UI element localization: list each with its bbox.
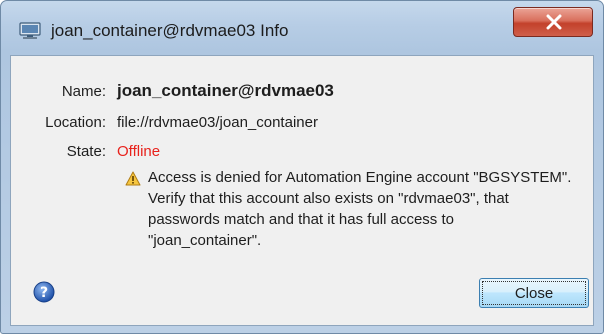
state-label: State:	[66, 143, 106, 160]
close-button-label: Close	[482, 281, 586, 305]
dialog-body: Name: joan_container@rdvmae03 Location: …	[10, 55, 594, 326]
close-button[interactable]: Close	[479, 278, 589, 308]
computer-icon	[19, 22, 41, 40]
name-value: joan_container@rdvmae03	[117, 81, 334, 100]
warning-icon	[125, 171, 141, 191]
window-title: joan_container@rdvmae03 Info	[51, 21, 289, 40]
window-close-button[interactable]	[513, 7, 593, 37]
name-label: Name:	[61, 83, 106, 100]
info-dialog: joan_container@rdvmae03 Info Name: joan_…	[0, 0, 604, 334]
close-icon	[546, 14, 562, 30]
help-icon[interactable]: ?	[33, 281, 55, 308]
state-value: Offline	[117, 143, 161, 160]
svg-text:?: ?	[40, 285, 48, 301]
warning-message: Access is denied for Automation Engine a…	[148, 169, 572, 249]
location-label: Location:	[45, 114, 106, 131]
title-bar[interactable]: joan_container@rdvmae03 Info	[1, 1, 603, 55]
location-value: file://rdvmae03/joan_container	[117, 114, 318, 131]
